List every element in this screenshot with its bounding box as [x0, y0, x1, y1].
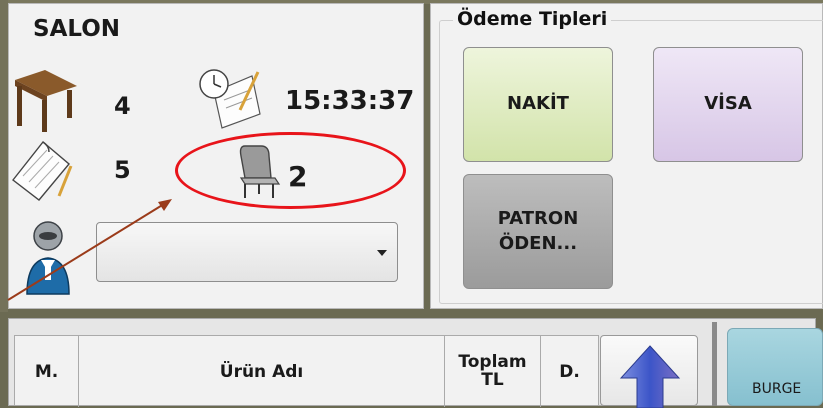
annotation-arrow	[7, 199, 172, 301]
